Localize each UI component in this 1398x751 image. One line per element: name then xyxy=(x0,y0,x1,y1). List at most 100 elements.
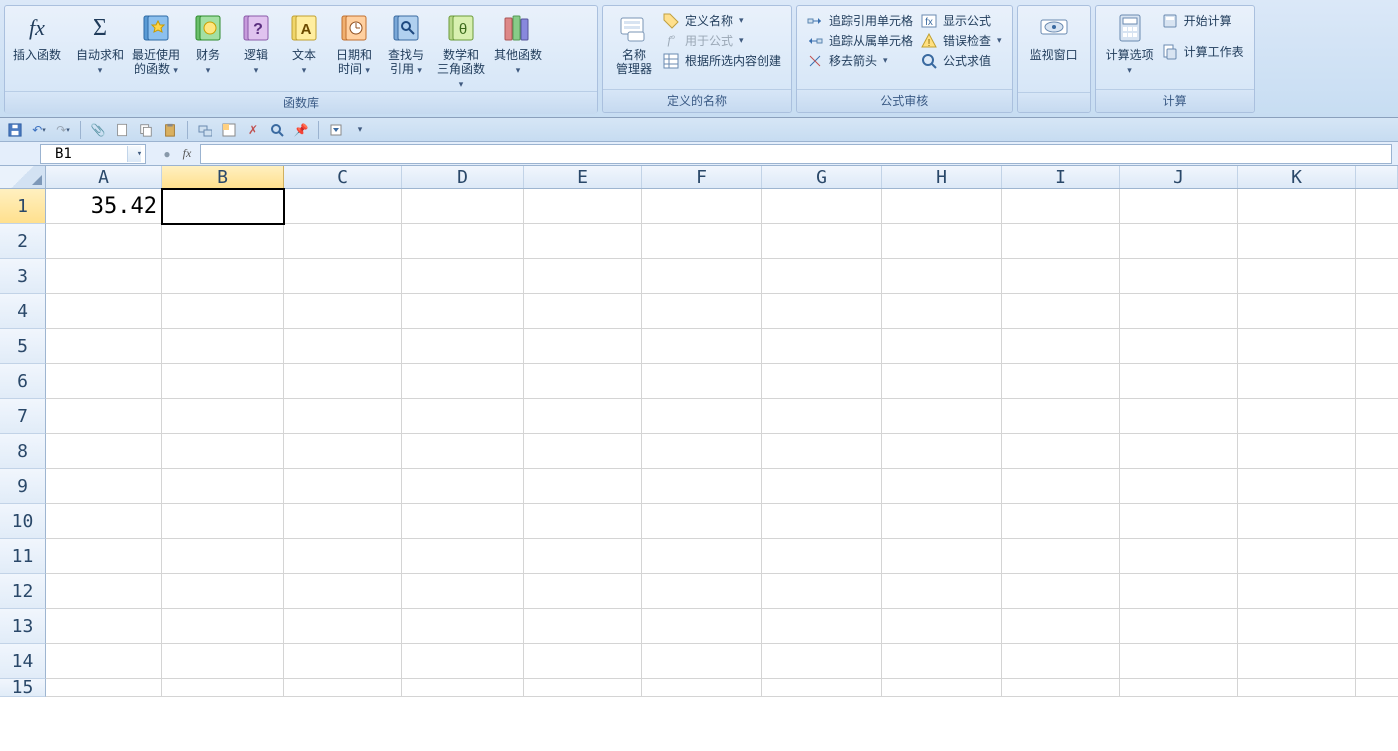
cell-H9[interactable] xyxy=(882,469,1002,504)
cell-H15[interactable] xyxy=(882,679,1002,697)
cell-A2[interactable] xyxy=(46,224,162,259)
cell-E3[interactable] xyxy=(524,259,642,294)
cell-B15[interactable] xyxy=(162,679,284,697)
text-button[interactable]: A 文本▾ xyxy=(280,10,328,77)
cell-I13[interactable] xyxy=(1002,609,1120,644)
cell-J6[interactable] xyxy=(1120,364,1238,399)
cell-C12[interactable] xyxy=(284,574,402,609)
cell-H11[interactable] xyxy=(882,539,1002,574)
row-header-8[interactable]: 8 xyxy=(0,434,46,469)
cell-D12[interactable] xyxy=(402,574,524,609)
cell-H7[interactable] xyxy=(882,399,1002,434)
row-header-6[interactable]: 6 xyxy=(0,364,46,399)
cell-D9[interactable] xyxy=(402,469,524,504)
cell-I6[interactable] xyxy=(1002,364,1120,399)
cell-J14[interactable] xyxy=(1120,644,1238,679)
cell-I3[interactable] xyxy=(1002,259,1120,294)
trace-precedents-button[interactable]: 追踪引用单元格 xyxy=(807,12,913,29)
cell-K7[interactable] xyxy=(1238,399,1356,434)
cell-E4[interactable] xyxy=(524,294,642,329)
cell-E13[interactable] xyxy=(524,609,642,644)
cell-G7[interactable] xyxy=(762,399,882,434)
cell-F11[interactable] xyxy=(642,539,762,574)
cell-D11[interactable] xyxy=(402,539,524,574)
cell-A8[interactable] xyxy=(46,434,162,469)
cell-K1[interactable] xyxy=(1238,189,1356,224)
cell-K5[interactable] xyxy=(1238,329,1356,364)
cell-K13[interactable] xyxy=(1238,609,1356,644)
cell-K15[interactable] xyxy=(1238,679,1356,697)
cell-G8[interactable] xyxy=(762,434,882,469)
fill-icon[interactable] xyxy=(220,121,238,139)
cell-E12[interactable] xyxy=(524,574,642,609)
datetime-button[interactable]: 日期和 时间 ▾ xyxy=(328,10,380,77)
cell-K10[interactable] xyxy=(1238,504,1356,539)
row-header-5[interactable]: 5 xyxy=(0,329,46,364)
cell-A7[interactable] xyxy=(46,399,162,434)
cell-H3[interactable] xyxy=(882,259,1002,294)
cell-G5[interactable] xyxy=(762,329,882,364)
cell-A6[interactable] xyxy=(46,364,162,399)
column-header-F[interactable]: F xyxy=(642,166,762,188)
cell-I14[interactable] xyxy=(1002,644,1120,679)
cell-H13[interactable] xyxy=(882,609,1002,644)
cell-G6[interactable] xyxy=(762,364,882,399)
row-header-1[interactable]: 1 xyxy=(0,189,46,224)
column-header-B[interactable]: B xyxy=(162,166,284,188)
cell-I11[interactable] xyxy=(1002,539,1120,574)
cell-A3[interactable] xyxy=(46,259,162,294)
cell-D2[interactable] xyxy=(402,224,524,259)
cell-J2[interactable] xyxy=(1120,224,1238,259)
cell-E1[interactable] xyxy=(524,189,642,224)
row-header-3[interactable]: 3 xyxy=(0,259,46,294)
autosum-button[interactable]: Σ 自动求和▾ xyxy=(72,10,128,77)
cell-A13[interactable] xyxy=(46,609,162,644)
column-header-G[interactable]: G xyxy=(762,166,882,188)
calculation-options-button[interactable]: 计算选项▾ xyxy=(1102,10,1158,77)
cell-F8[interactable] xyxy=(642,434,762,469)
row-header-9[interactable]: 9 xyxy=(0,469,46,504)
row-header-11[interactable]: 11 xyxy=(0,539,46,574)
clear-icon[interactable]: ✗ xyxy=(244,121,262,139)
cell-K9[interactable] xyxy=(1238,469,1356,504)
cell-J11[interactable] xyxy=(1120,539,1238,574)
cell-D7[interactable] xyxy=(402,399,524,434)
name-box-dropdown[interactable]: ▾ xyxy=(127,146,141,162)
undo-icon[interactable]: ↶▾ xyxy=(30,121,48,139)
cell-D8[interactable] xyxy=(402,434,524,469)
cell-J13[interactable] xyxy=(1120,609,1238,644)
error-checking-button[interactable]: ! 错误检查 ▾ xyxy=(921,32,1002,49)
cell-C3[interactable] xyxy=(284,259,402,294)
row-header-15[interactable]: 15 xyxy=(0,679,46,697)
cell-I2[interactable] xyxy=(1002,224,1120,259)
cell-B7[interactable] xyxy=(162,399,284,434)
cell-F1[interactable] xyxy=(642,189,762,224)
cell-F4[interactable] xyxy=(642,294,762,329)
cell-H14[interactable] xyxy=(882,644,1002,679)
row-header-2[interactable]: 2 xyxy=(0,224,46,259)
cell-A12[interactable] xyxy=(46,574,162,609)
cell-A4[interactable] xyxy=(46,294,162,329)
cell-B5[interactable] xyxy=(162,329,284,364)
cell-C6[interactable] xyxy=(284,364,402,399)
calculate-sheet-button[interactable]: 计算工作表 xyxy=(1162,43,1244,60)
cell-K3[interactable] xyxy=(1238,259,1356,294)
cell-E11[interactable] xyxy=(524,539,642,574)
save-icon[interactable] xyxy=(6,121,24,139)
cell-A9[interactable] xyxy=(46,469,162,504)
cell-B10[interactable] xyxy=(162,504,284,539)
recently-used-button[interactable]: 最近使用 的函数 ▾ xyxy=(128,10,184,77)
row-header-4[interactable]: 4 xyxy=(0,294,46,329)
cell-I12[interactable] xyxy=(1002,574,1120,609)
cell-F9[interactable] xyxy=(642,469,762,504)
cell-D5[interactable] xyxy=(402,329,524,364)
cell-K4[interactable] xyxy=(1238,294,1356,329)
cell-G14[interactable] xyxy=(762,644,882,679)
cell-F2[interactable] xyxy=(642,224,762,259)
create-from-selection-button[interactable]: 根据所选内容创建 xyxy=(663,52,781,69)
column-header-E[interactable]: E xyxy=(524,166,642,188)
row-header-14[interactable]: 14 xyxy=(0,644,46,679)
cell-A14[interactable] xyxy=(46,644,162,679)
show-formulas-button[interactable]: fx 显示公式 xyxy=(921,12,1002,29)
cell-I7[interactable] xyxy=(1002,399,1120,434)
